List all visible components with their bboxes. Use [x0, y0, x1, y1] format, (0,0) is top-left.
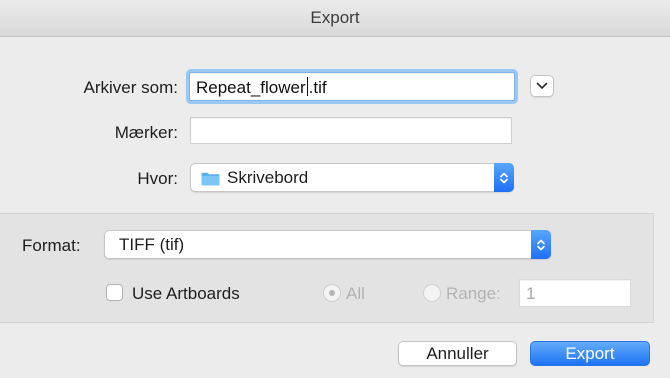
range-input[interactable]: 1 [519, 279, 631, 307]
format-popup[interactable]: TIFF (tif) [104, 230, 551, 259]
range-radio[interactable] [423, 284, 441, 302]
all-label: All [346, 284, 365, 303]
tags-label: Mærker: [114, 123, 178, 142]
folder-icon [201, 172, 220, 186]
range-value: 1 [526, 284, 536, 303]
format-label: Format: [22, 236, 81, 255]
format-value: TIFF (tif) [119, 235, 185, 254]
chevron-down-icon [536, 82, 548, 89]
title-bar: Export [0, 0, 670, 37]
export-button[interactable]: Export [530, 341, 650, 366]
use-artboards-label[interactable]: Use Artboards [132, 284, 240, 304]
where-popup[interactable]: Skrivebord [190, 163, 514, 192]
save-as-value-start: Repeat_flower [196, 78, 306, 97]
tags-input[interactable] [190, 117, 512, 144]
up-down-arrows-icon [500, 172, 508, 183]
all-radio[interactable] [323, 284, 341, 302]
text-cursor [306, 77, 308, 96]
use-artboards-checkbox[interactable] [106, 284, 123, 301]
expand-button[interactable] [530, 75, 554, 97]
stepper-arrows [494, 163, 514, 192]
save-as-value-end: .tif [308, 78, 327, 97]
up-down-arrows-icon [537, 239, 545, 250]
window-title: Export [310, 8, 360, 27]
where-label: Hvor: [137, 169, 178, 188]
stepper-arrows [531, 230, 551, 259]
cancel-button[interactable]: Annuller [398, 341, 517, 366]
where-value: Skrivebord [227, 168, 309, 187]
save-as-input[interactable]: Repeat_flower .tif [189, 72, 515, 101]
range-label: Range: [446, 284, 501, 303]
save-as-label: Arkiver som: [83, 78, 178, 97]
